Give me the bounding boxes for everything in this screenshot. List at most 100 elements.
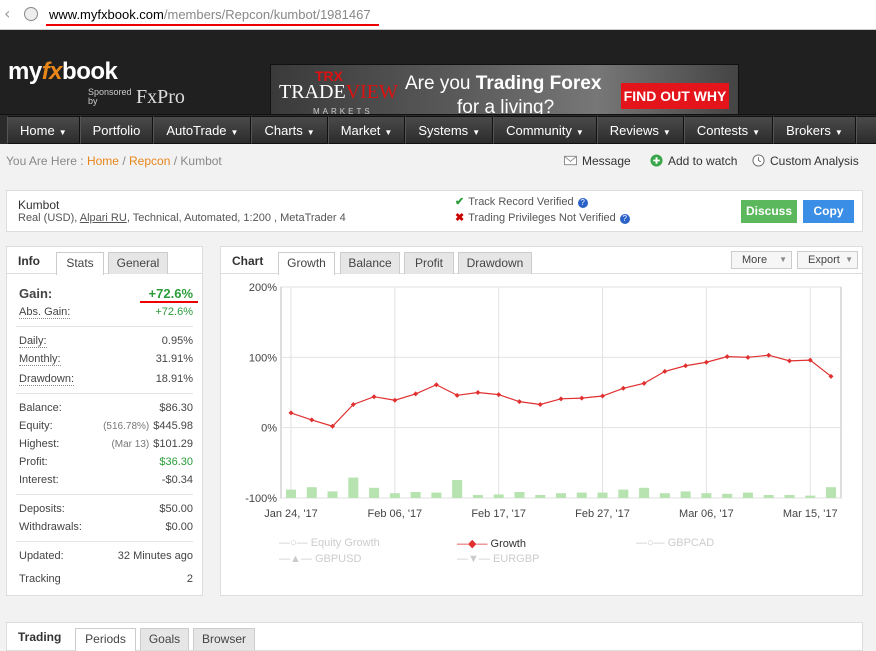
- volume-bar: [327, 491, 338, 498]
- nav-item-contests[interactable]: Contests ▼: [683, 116, 774, 144]
- breadcrumb-user[interactable]: Repcon: [129, 154, 170, 168]
- volume-bar: [784, 495, 795, 498]
- broker-link[interactable]: Alpari RU: [80, 212, 127, 224]
- custom-analysis-action[interactable]: Custom Analysis: [752, 154, 859, 168]
- growth-chart[interactable]: 200% 100% 0% -100% Jan 24, '17 Feb 06, '17 Feb…: [221, 277, 864, 547]
- chevron-down-icon: ▼: [230, 128, 239, 137]
- equity-value: $445.98: [153, 420, 193, 432]
- nav-item-label: Systems: [418, 123, 469, 138]
- highest-label: Highest:: [19, 438, 60, 450]
- help-icon[interactable]: ?: [577, 198, 588, 208]
- legend-gbpusd[interactable]: —▲— GBPUSD: [279, 553, 361, 565]
- account-description: Real (USD), Alpari RU, Technical, Automa…: [18, 212, 346, 224]
- banner-cta-button[interactable]: FIND OUT WHY: [621, 83, 729, 109]
- volume-bar: [472, 495, 483, 498]
- message-action[interactable]: Message: [564, 154, 631, 168]
- trading-privileges-status: ✖ Trading Privileges Not Verified?: [455, 211, 630, 224]
- volume-bar: [639, 487, 650, 498]
- track-record-label: Track Record Verified: [468, 196, 574, 208]
- account-name: Kumbot: [18, 198, 60, 212]
- volume-bar: [286, 489, 296, 498]
- tab-drawdown[interactable]: Drawdown: [458, 252, 532, 274]
- chevron-down-icon: ▼: [834, 128, 843, 137]
- breadcrumb-prefix: You Are Here :: [6, 154, 84, 168]
- volume-bar: [431, 492, 442, 498]
- myfxbook-logo[interactable]: myfxbook: [8, 58, 118, 86]
- nav-item-reviews[interactable]: Reviews ▼: [596, 116, 684, 144]
- custom-analysis-label: Custom Analysis: [770, 154, 859, 168]
- tab-profit[interactable]: Profit: [404, 252, 454, 274]
- tab-stats[interactable]: Stats: [56, 252, 104, 275]
- volume-bar: [348, 477, 359, 498]
- highest-value: $101.29: [153, 438, 193, 450]
- tab-general[interactable]: General: [108, 252, 168, 274]
- abs-gain-value: +72.6%: [155, 306, 193, 318]
- more-label: More: [742, 254, 768, 266]
- tab-growth[interactable]: Growth: [278, 252, 335, 275]
- tab-balance[interactable]: Balance: [340, 252, 400, 274]
- breadcrumb-home[interactable]: Home: [87, 154, 119, 168]
- tab-browser[interactable]: Browser: [193, 628, 255, 650]
- gain-value: +72.6%: [148, 286, 193, 301]
- x-tick-label: Feb 06, '17: [367, 508, 422, 520]
- y-tick-label: 100%: [249, 352, 277, 364]
- equity-label: Equity:: [19, 420, 53, 432]
- banner-brand: TRADEVIEW: [279, 81, 398, 104]
- volume-bar: [680, 491, 691, 498]
- plus-circle-icon: [650, 154, 663, 167]
- updated-value: 32 Minutes ago: [117, 550, 193, 562]
- tracking-label: Tracking: [19, 573, 61, 585]
- account-desc-b: , Technical, Automated, 1:200 , MetaTrad…: [126, 212, 346, 224]
- nav-item-home[interactable]: Home ▼: [7, 116, 80, 144]
- nav-item-community[interactable]: Community ▼: [493, 116, 597, 144]
- copy-button[interactable]: Copy: [803, 200, 854, 223]
- legend-equity-growth[interactable]: —○— Equity Growth: [279, 537, 380, 549]
- tab-periods[interactable]: Periods: [75, 628, 136, 651]
- gain-label: Gain:: [19, 286, 53, 301]
- y-tick-label: 200%: [249, 282, 277, 294]
- volume-bar: [576, 492, 587, 498]
- url-text[interactable]: www.myfxbook.com/members/Repcon/kumbot/1…: [49, 7, 371, 22]
- tab-goals[interactable]: Goals: [140, 628, 189, 650]
- breadcrumb-separator: /: [122, 154, 126, 168]
- nav-item-label: Portfolio: [92, 123, 141, 138]
- browser-address-bar[interactable]: ‹ www.myfxbook.com/members/Repcon/kumbot…: [0, 0, 876, 30]
- nav-item-portfolio[interactable]: Portfolio: [79, 116, 154, 144]
- nav-item-brokers[interactable]: Brokers ▼: [773, 116, 856, 144]
- balance-label: Balance:: [19, 402, 62, 414]
- volume-bar: [722, 493, 733, 498]
- legend-growth[interactable]: —◆— Growth: [457, 537, 526, 550]
- legend-marker-icon: —▼—: [457, 553, 493, 565]
- logo-part-my: my: [8, 58, 42, 85]
- main-nav: Home ▼ Portfolio AutoTrade ▼ Charts ▼ Market ▼ Sy…: [0, 114, 876, 144]
- legend-eurgbp[interactable]: —▼— EURGBP: [457, 553, 539, 565]
- page-info-icon[interactable]: [24, 7, 38, 21]
- chevron-down-icon: ▼: [779, 255, 787, 264]
- help-icon[interactable]: ?: [619, 214, 630, 224]
- nav-item-market[interactable]: Market ▼: [327, 116, 406, 144]
- trading-privileges-label: Trading Privileges Not Verified: [468, 212, 616, 224]
- volume-bar: [763, 495, 774, 498]
- x-tick-label: Feb 17, '17: [471, 508, 526, 520]
- legend-gbpcad[interactable]: —○— GBPCAD: [636, 537, 714, 549]
- volume-bar: [659, 493, 670, 498]
- chevron-down-icon: ▼: [575, 128, 584, 137]
- chart-title: Chart: [232, 254, 264, 268]
- cross-icon: ✖: [455, 212, 465, 224]
- drawdown-value: 18.91%: [155, 373, 193, 385]
- export-dropdown[interactable]: Export ▼: [797, 251, 858, 269]
- chevron-down-icon: ▼: [58, 128, 67, 137]
- nav-item-autotrade[interactable]: AutoTrade ▼: [153, 116, 252, 144]
- discuss-button[interactable]: Discuss: [741, 200, 797, 223]
- nav-item-systems[interactable]: Systems ▼: [405, 116, 494, 144]
- more-dropdown[interactable]: More ▼: [731, 251, 792, 269]
- updated-label: Updated:: [19, 550, 64, 562]
- nav-item-label: Reviews: [609, 123, 659, 138]
- volume-bar: [535, 495, 546, 498]
- add-to-watch-action[interactable]: Add to watch: [650, 154, 737, 168]
- nav-item-charts[interactable]: Charts ▼: [251, 116, 328, 144]
- tracking-value: 2: [186, 573, 193, 585]
- back-arrow-icon[interactable]: ‹: [4, 4, 10, 23]
- sponsor-name[interactable]: FxPro: [136, 86, 185, 109]
- nav-item-label: Charts: [264, 123, 303, 138]
